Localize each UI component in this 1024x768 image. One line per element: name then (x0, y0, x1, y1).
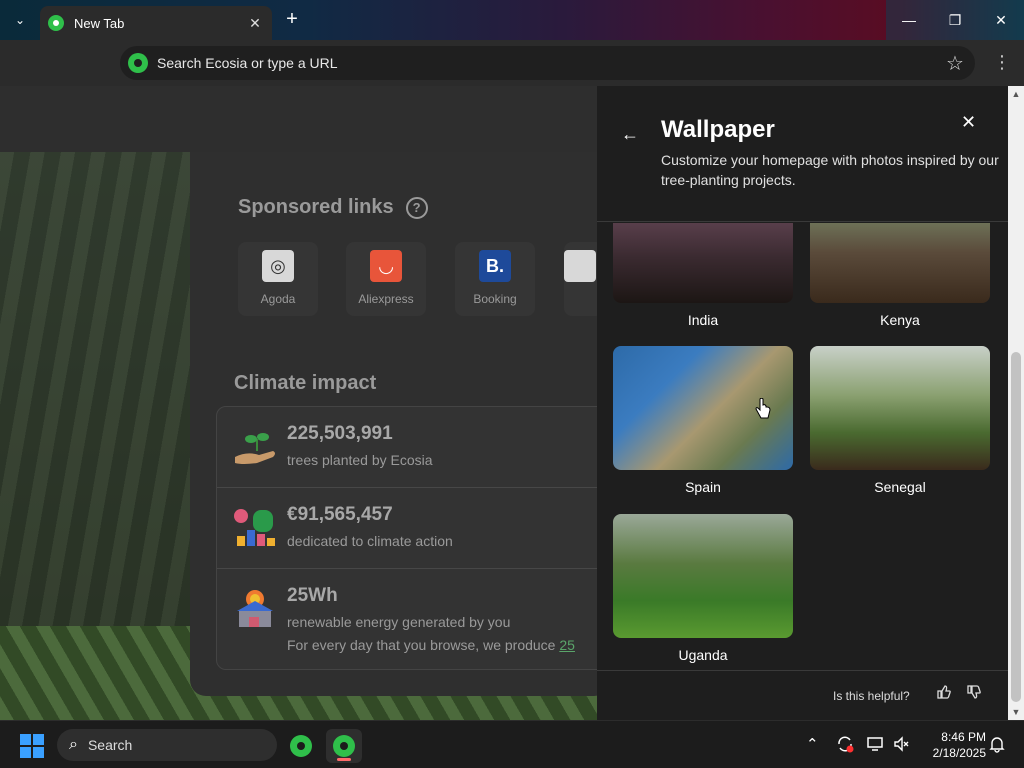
clock-date: 2/18/2025 (932, 746, 986, 760)
wallpaper-description: Customize your homepage with photos insp… (661, 152, 999, 188)
minimize-button[interactable]: — (886, 0, 932, 40)
tab-list-chevron-icon[interactable]: ⌄ (6, 6, 34, 34)
feedback-footer: Is this helpful? (597, 670, 1008, 720)
wallpaper-thumb-uganda[interactable] (613, 514, 793, 638)
sponsored-links-title: Sponsored links (238, 196, 394, 218)
taskbar-ecosia-app[interactable] (283, 729, 319, 763)
thumbs-down-icon[interactable] (967, 685, 981, 703)
money-description: dedicated to climate action (287, 533, 453, 549)
wallpaper-header: ← Wallpaper Customize your homepage with… (597, 86, 1008, 222)
windows-start-icon[interactable] (20, 734, 44, 758)
tile-aliexpress[interactable]: ◡ Aliexpress (346, 242, 426, 316)
booking-logo-icon: B. (479, 250, 511, 282)
tile-label: Booking (473, 292, 517, 306)
clock-time: 8:46 PM (941, 730, 986, 744)
wallpaper-label-uganda: Uganda (678, 647, 728, 663)
volume-muted-icon[interactable] (893, 735, 911, 753)
wallpaper-thumb-senegal[interactable] (810, 346, 990, 470)
trees-count: 225,503,991 (287, 423, 393, 444)
partial-logo-icon (564, 250, 596, 282)
wallpaper-label-senegal: Senegal (874, 479, 926, 495)
wallpaper-grid: India Kenya Spain Senegal Uganda (597, 223, 1008, 670)
thumbs-up-icon[interactable] (937, 685, 951, 703)
tile-agoda[interactable]: ◎ Agoda (238, 242, 318, 316)
wallpaper-thumb-kenya[interactable] (810, 223, 990, 303)
energy-description: renewable energy generated by you (287, 614, 511, 630)
impact-row-energy: 25Wh renewable energy generated by you F… (217, 569, 615, 669)
trees-description: trees planted by Ecosia (287, 452, 433, 468)
maximize-button[interactable]: ❐ (932, 0, 978, 40)
ecosia-browser-icon (333, 735, 355, 757)
close-window-button[interactable]: ✕ (978, 0, 1024, 40)
impact-row-money: €91,565,457 dedicated to climate action (217, 488, 615, 569)
tile-label: Agoda (260, 292, 296, 306)
agoda-logo-icon: ◎ (262, 250, 294, 282)
back-arrow-icon[interactable]: ← (621, 124, 639, 145)
ecosia-app-icon (290, 735, 312, 757)
energy-amount: 25Wh (287, 585, 338, 606)
address-bar[interactable]: Search Ecosia or type a URL ☆ (120, 46, 975, 80)
browser-toolbar: Search Ecosia or type a URL ☆ ⋮ (0, 40, 1024, 86)
taskbar: ⌕ Search ⌃ 8:46 PM 2/18/2025 (0, 720, 1024, 768)
sync-icon[interactable] (836, 735, 854, 753)
close-panel-icon[interactable]: ✕ (961, 112, 976, 133)
energy-detail-link[interactable]: 25 (559, 637, 575, 653)
tray-chevron-icon[interactable]: ⌃ (806, 735, 819, 753)
wallpaper-thumb-india[interactable] (613, 223, 793, 303)
scrollbar-thumb[interactable] (1011, 352, 1021, 702)
tab-close-icon[interactable]: ✕ (246, 15, 264, 32)
aliexpress-logo-icon: ◡ (370, 250, 402, 282)
money-amount: €91,565,457 (287, 504, 393, 525)
scroll-down-arrow-icon[interactable]: ▼ (1008, 704, 1024, 720)
scroll-up-arrow-icon[interactable]: ▲ (1008, 86, 1024, 102)
tile-label: Aliexpress (358, 292, 414, 306)
notification-bell-icon[interactable] (988, 735, 1006, 753)
solar-house-icon (237, 590, 273, 627)
helpful-question: Is this helpful? (833, 689, 910, 703)
taskbar-search[interactable]: ⌕ Search (57, 729, 277, 761)
title-bar: ⌄ New Tab ✕ + — ❐ ✕ (0, 0, 1024, 40)
new-tab-button[interactable]: + (280, 8, 304, 32)
bookmark-star-icon[interactable]: ☆ (935, 51, 975, 76)
address-bar-placeholder: Search Ecosia or type a URL (157, 55, 338, 71)
climate-impact-box: 225,503,991 trees planted by Ecosia €91,… (216, 406, 616, 670)
wallpaper-title: Wallpaper (661, 116, 775, 143)
taskbar-search-label: Search (87, 737, 133, 753)
tile-booking[interactable]: B. Booking (455, 242, 535, 316)
help-icon[interactable]: ? (405, 196, 428, 219)
energy-detail: For every day that you browse, we produc… (287, 637, 575, 653)
tab-new-tab[interactable]: New Tab ✕ (40, 6, 272, 40)
wallpaper-label-spain: Spain (685, 479, 721, 495)
wallpaper-label-india: India (687, 312, 719, 328)
sponsored-links-heading: Sponsored links ? (238, 196, 428, 219)
browser-menu-icon[interactable]: ⋮ (992, 52, 1012, 74)
climate-impact-title: Climate impact (234, 372, 377, 394)
impact-row-trees: 225,503,991 trees planted by Ecosia (217, 407, 615, 488)
wallpaper-panel: India Kenya Spain Senegal Uganda ← Wallp… (597, 86, 1008, 720)
wallpaper-label-kenya: Kenya (880, 312, 920, 328)
page-scrollbar[interactable]: ▲ ▼ (1008, 86, 1024, 720)
tab-title: New Tab (74, 15, 125, 31)
taskbar-clock[interactable]: 8:46 PM 2/18/2025 (918, 729, 986, 761)
content-card: Sponsored links ? ◎ Agoda ◡ Aliexpress B… (190, 152, 616, 696)
hand-cursor-icon (755, 398, 771, 419)
ecosia-favicon-icon (48, 15, 64, 31)
search-icon: ⌕ (69, 736, 78, 753)
hand-plant-icon (235, 433, 275, 464)
taskbar-ecosia-browser[interactable] (326, 729, 362, 763)
energy-detail-text: For every day that you browse, we produc… (287, 637, 560, 653)
display-icon[interactable] (866, 735, 884, 753)
ecosia-logo-icon (128, 53, 148, 73)
climate-action-icon (234, 509, 275, 546)
